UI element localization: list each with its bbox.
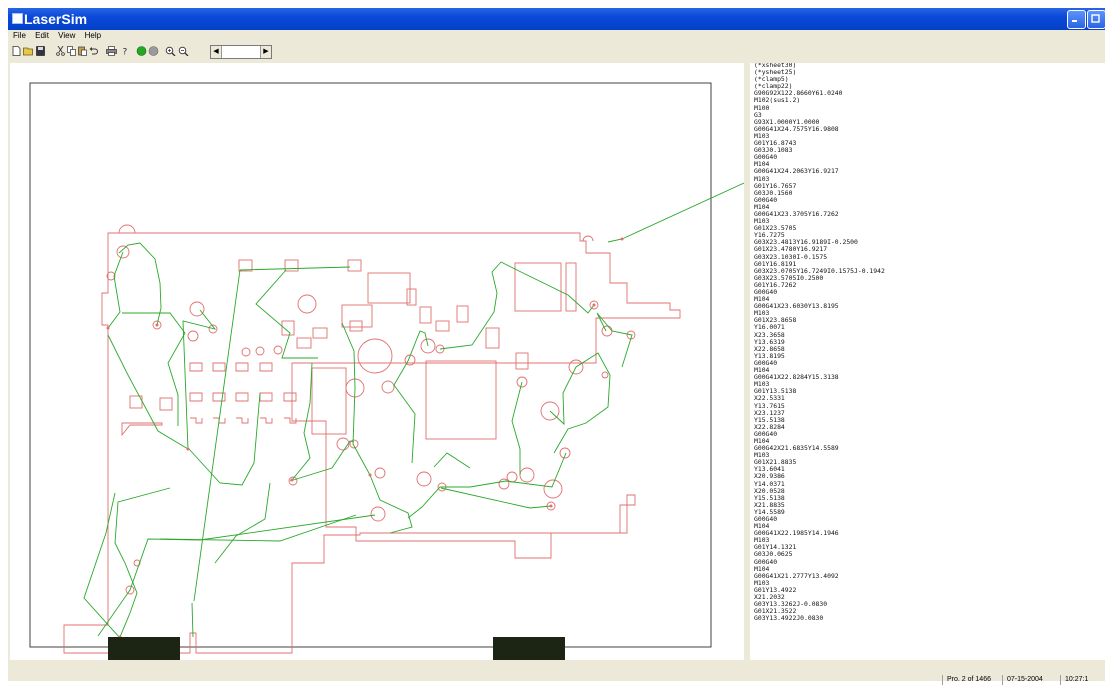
gcode-text: (*xsheet30) (*ysheet25) (*clamp5) (*clamp22…: [754, 63, 885, 622]
gcode-line: G00G40: [754, 515, 778, 523]
part-outlines: [63, 224, 681, 654]
run-green-icon[interactable]: [136, 46, 147, 56]
gcode-line: G00G41X23.3705Y16.7262: [754, 209, 839, 218]
simulation-canvas[interactable]: [10, 63, 744, 660]
gcode-line: G00G41X22.1985Y14.1946: [754, 529, 839, 538]
paste-icon[interactable]: [78, 46, 87, 56]
gcode-line: G00G41X23.6030Y13.8195: [754, 302, 839, 311]
status-bar: Pro. 2 of 1466 07-15-2004 10:27:1: [8, 665, 1105, 685]
help-icon[interactable]: ?: [121, 46, 130, 57]
cut-path-drawing: [29, 82, 744, 660]
gcode-line: G00G40: [754, 557, 778, 566]
copy-icon[interactable]: [67, 46, 76, 56]
maximize-button[interactable]: [1087, 10, 1105, 29]
title-bar[interactable]: LaserSim: [8, 8, 1105, 30]
status-progress: Pro. 2 of 1466: [942, 675, 991, 685]
new-file-icon[interactable]: [12, 46, 21, 56]
status-date: 07-15-2004: [1002, 675, 1043, 685]
gcode-line: G00G41X21.2777Y13.4092: [754, 571, 839, 580]
status-time: 10:27:1: [1060, 675, 1088, 685]
gcode-line: G00G40: [754, 153, 778, 162]
app-icon: [12, 13, 23, 24]
save-icon[interactable]: [36, 46, 45, 56]
clamp-left: [108, 637, 180, 660]
print-icon[interactable]: [106, 46, 117, 56]
toolpath-lines: [83, 182, 744, 639]
cut-icon[interactable]: [56, 46, 65, 56]
menu-edit[interactable]: Edit: [33, 30, 51, 41]
open-folder-icon[interactable]: [23, 46, 34, 56]
undo-icon[interactable]: [89, 46, 98, 56]
zoom-in-icon[interactable]: [165, 46, 176, 56]
gcode-line: M100: [754, 103, 770, 112]
menu-file[interactable]: File: [11, 30, 28, 41]
stop-icon[interactable]: [148, 46, 159, 56]
gcode-line: G00G41X24.2063Y16.9217: [754, 167, 839, 176]
gcode-line: M102(sus1.2): [754, 96, 801, 105]
svg-text:?: ?: [123, 48, 128, 57]
gcode-line: G00G41X24.7575Y16.9808: [754, 124, 839, 133]
gcode-line: G00G40: [754, 288, 778, 296]
pierce-points: [106, 237, 624, 639]
gcode-line: G00G40: [754, 429, 778, 438]
gcode-line: G00G42X21.6835Y14.5589: [754, 444, 839, 453]
gcode-line: G00G41X22.8284Y15.3138: [754, 373, 839, 382]
scroll-left-icon[interactable]: ◀: [211, 46, 222, 58]
gcode-line: G03Y13.4922J0.0830: [754, 614, 824, 623]
window-title: LaserSim: [24, 11, 88, 27]
toolbar: ? ◀ ▶: [8, 43, 1105, 61]
menu-help[interactable]: Help: [83, 30, 103, 41]
clamp-right: [493, 637, 565, 660]
application-window: LaserSim File Edit View Help ? ◀ ▶ (*xsh…: [8, 8, 1105, 685]
gcode-line: G00G40: [754, 358, 778, 367]
step-scrollbar[interactable]: ◀ ▶: [210, 45, 272, 59]
maximize-icon: [1091, 14, 1100, 23]
menu-view[interactable]: View: [56, 30, 77, 41]
gcode-listing[interactable]: (*xsheet30) (*ysheet25) (*clamp5) (*clamp22…: [750, 63, 1105, 660]
zoom-out-icon[interactable]: [178, 46, 189, 56]
menu-bar: File Edit View Help: [8, 30, 1105, 43]
scroll-right-icon[interactable]: ▶: [260, 46, 271, 58]
gcode-line: G00G40: [754, 195, 778, 204]
minimize-icon: [1072, 20, 1077, 22]
minimize-button[interactable]: [1067, 10, 1086, 29]
sheet-border: [29, 82, 712, 648]
